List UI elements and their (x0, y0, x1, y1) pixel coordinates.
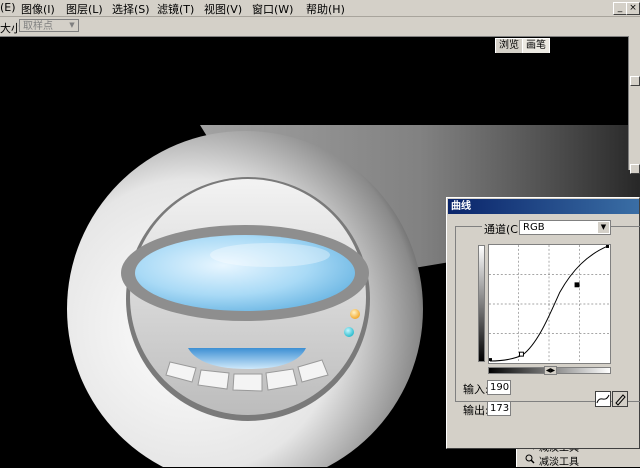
palette-button[interactable] (630, 76, 640, 86)
curve-endpoint[interactable] (606, 245, 609, 248)
minimize-button[interactable]: _ (613, 2, 627, 15)
curve-graph[interactable] (488, 244, 611, 364)
menu-filter[interactable]: 滤镜(T) (157, 1, 194, 17)
output-gradient-bar (478, 245, 485, 362)
amber-led (350, 309, 360, 319)
input-field[interactable]: 190 (487, 380, 511, 395)
menu-view[interactable]: 视图(V) (204, 1, 242, 17)
menu-layer[interactable]: 图层(L) (66, 1, 103, 17)
menu-select[interactable]: 选择(S) (112, 1, 150, 17)
options-bar: 大小: 取样点 ▼ 浏览 画笔 (0, 17, 640, 53)
chevron-down-icon: ▼ (598, 222, 609, 233)
output-field[interactable]: 173 (487, 401, 511, 416)
pencil-icon (615, 394, 626, 406)
menu-window[interactable]: 窗口(W) (252, 1, 293, 17)
curves-dialog: 曲线 通道(C): RGB ▼ ◀▶ 输入: 190 输出: 173 (446, 197, 640, 449)
output-label: 输出: (463, 404, 489, 417)
lens-highlight (210, 243, 330, 267)
channel-select[interactable]: RGB ▼ (519, 220, 611, 235)
teal-led (344, 327, 354, 337)
curve-mode-buttons (595, 391, 629, 408)
curve-point[interactable] (519, 351, 524, 357)
curve-point-selected[interactable] (574, 282, 580, 288)
menu-image[interactable]: 图像(I) (21, 1, 55, 17)
input-label: 输入: (463, 383, 489, 396)
menu-bar: (E) 图像(I) 图层(L) 选择(S) 滤镜(T) 视图(V) 窗口(W) … (0, 0, 640, 17)
key-button[interactable] (232, 373, 263, 392)
palette-button[interactable] (630, 164, 640, 174)
sample-size-select[interactable]: 取样点 ▼ (19, 19, 79, 32)
menu-edit[interactable]: (E) (0, 1, 16, 14)
tool-dodge[interactable]: 减淡工具 (525, 453, 579, 468)
dialog-title: 曲线 (448, 199, 639, 214)
palette-collapsed-strip (628, 36, 640, 174)
tool-label: 减淡工具 (539, 457, 579, 468)
curve-mode-button[interactable] (595, 391, 611, 407)
channel-value: RGB (523, 222, 545, 233)
menu-help[interactable]: 帮助(H) (306, 1, 345, 17)
pencil-mode-button[interactable] (612, 391, 628, 407)
curve-endpoint[interactable] (489, 358, 492, 362)
gradient-toggle-icon[interactable]: ◀▶ (544, 366, 557, 375)
curve-tool-icon (596, 394, 610, 404)
close-button[interactable]: × (626, 2, 640, 15)
chevron-down-icon: ▼ (69, 21, 75, 29)
magnifier-icon (525, 454, 535, 464)
sample-size-value: 取样点 (23, 21, 53, 32)
